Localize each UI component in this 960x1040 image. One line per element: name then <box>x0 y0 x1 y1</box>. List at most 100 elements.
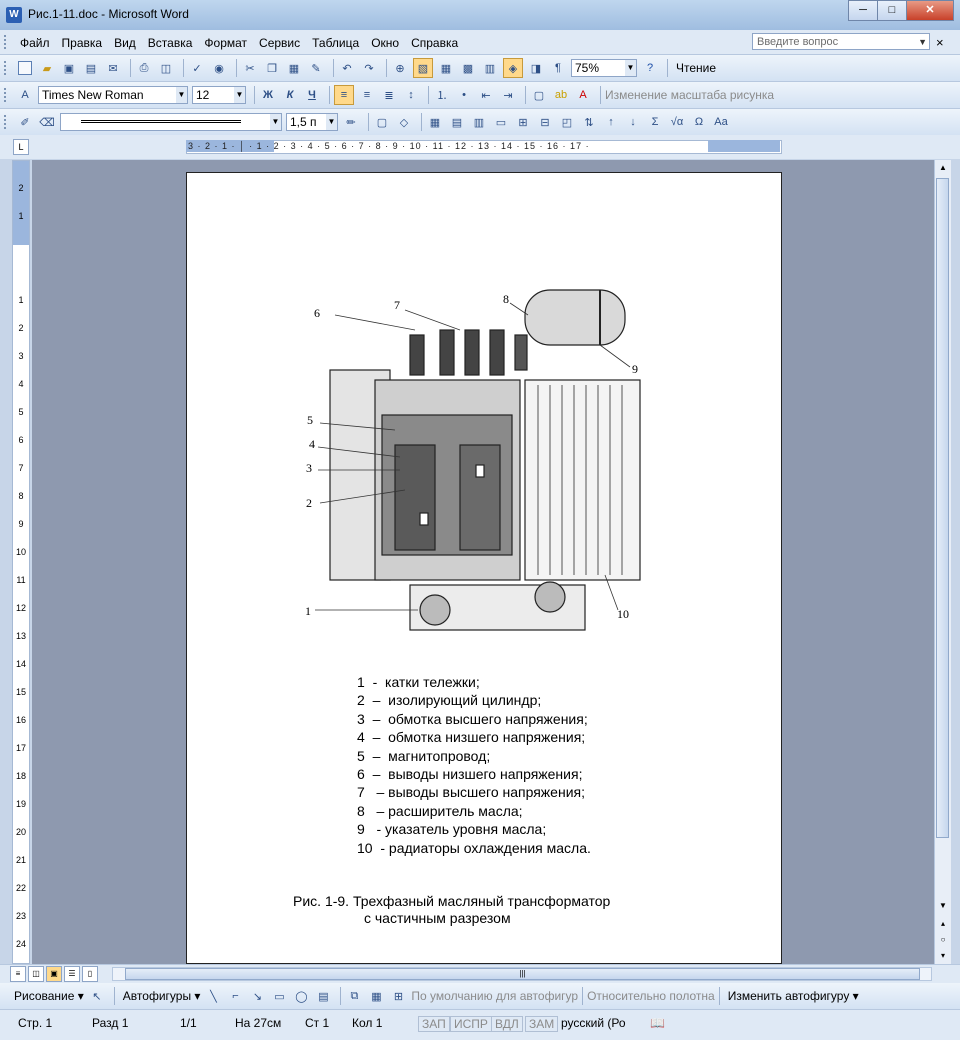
minimize-button[interactable]: ─ <box>848 0 878 21</box>
tables-borders-icon[interactable]: ▧ <box>413 58 433 78</box>
menu-edit[interactable]: Правка <box>56 34 109 52</box>
drawing-icon[interactable]: ◈ <box>503 58 523 78</box>
ask-question-input[interactable]: Введите вопрос ▼ <box>752 33 930 50</box>
print-preview-icon[interactable]: ◫ <box>157 59 175 77</box>
menu-insert[interactable]: Вставка <box>142 34 199 52</box>
maximize-button[interactable]: □ <box>877 0 907 21</box>
copy-icon[interactable]: ❐ <box>263 59 281 77</box>
toolbar-grip[interactable] <box>4 88 9 102</box>
italic-button[interactable]: К <box>281 86 299 104</box>
numbered-list-icon[interactable]: ⒈ <box>433 86 451 104</box>
change-case-icon[interactable]: Aa <box>712 113 730 131</box>
align-objects-icon[interactable]: ⊞ <box>389 987 407 1005</box>
web-view-icon[interactable]: ◫ <box>28 966 44 982</box>
email-icon[interactable]: ✉ <box>104 59 122 77</box>
merge-cells-icon[interactable]: ▤ <box>448 113 466 131</box>
format-painter-icon[interactable]: ✎ <box>307 59 325 77</box>
document-map-icon[interactable]: ◨ <box>527 59 545 77</box>
zoom-select[interactable]: 75% ▼ <box>571 59 637 77</box>
chevron-down-icon[interactable]: ▼ <box>326 114 337 130</box>
line-icon[interactable]: ╲ <box>204 987 222 1005</box>
bold-button[interactable]: Ж <box>259 86 277 104</box>
font-select[interactable]: Times New Roman ▼ <box>38 86 188 104</box>
autoformat-icon[interactable]: ◰ <box>558 113 576 131</box>
spelling-status-icon[interactable]: 📖 <box>650 1016 665 1030</box>
insert-table-icon[interactable]: ▦ <box>437 59 455 77</box>
increase-indent-icon[interactable]: ⇥ <box>499 86 517 104</box>
open-folder-icon[interactable]: ▰ <box>38 59 56 77</box>
highlight-icon[interactable]: ab <box>552 86 570 104</box>
menu-view[interactable]: Вид <box>108 34 142 52</box>
chevron-down-icon[interactable]: ▼ <box>176 87 187 103</box>
toolbar-grip[interactable] <box>4 61 9 75</box>
reading-view-icon[interactable]: ▯ <box>82 966 98 982</box>
align-center-icon[interactable]: ≡ <box>358 86 376 104</box>
show-hide-icon[interactable]: ¶ <box>549 59 567 77</box>
word-app-icon[interactable]: W <box>6 7 22 23</box>
text-direction-icon[interactable]: ⇅ <box>580 113 598 131</box>
align-cell-icon[interactable]: ▭ <box>492 113 510 131</box>
picture-resize-button[interactable]: Изменение масштаба рисунка <box>605 88 774 102</box>
transformer-illustration[interactable] <box>300 285 660 645</box>
sort-ascending-icon[interactable]: ↑ <box>602 113 620 131</box>
menu-window[interactable]: Окно <box>365 34 405 52</box>
undo-icon[interactable]: ↶ <box>338 59 356 77</box>
eraser-icon[interactable]: ⌫ <box>38 113 56 131</box>
relative-canvas-button[interactable]: Относительно полотна <box>587 989 715 1003</box>
status-language[interactable]: русский (Ро <box>561 1016 626 1030</box>
symbol-icon[interactable]: Ω <box>690 113 708 131</box>
align-left-icon[interactable]: ≡ <box>334 85 354 105</box>
rectangle-icon[interactable]: ▭ <box>270 987 288 1005</box>
select-objects-icon[interactable]: ↖ <box>88 987 106 1005</box>
split-cells-icon[interactable]: ▥ <box>470 113 488 131</box>
permission-icon[interactable]: ▤ <box>82 59 100 77</box>
menu-format[interactable]: Формат <box>198 34 253 52</box>
insert-table-icon[interactable]: ▦ <box>426 113 444 131</box>
menu-help[interactable]: Справка <box>405 34 464 52</box>
drawing-menu-button[interactable]: Рисование ▾ <box>10 989 88 1003</box>
underline-button[interactable]: Ч <box>303 86 321 104</box>
toolbar-grip[interactable] <box>4 35 9 49</box>
previous-page-icon[interactable]: ▴ <box>935 916 951 932</box>
distribute-rows-icon[interactable]: ⊞ <box>514 113 532 131</box>
cut-icon[interactable]: ✂ <box>241 59 259 77</box>
chevron-down-icon[interactable]: ▼ <box>918 34 927 51</box>
autoshapes-button[interactable]: Автофигуры ▾ <box>119 989 205 1003</box>
scroll-thumb[interactable] <box>936 178 949 838</box>
line-spacing-icon[interactable]: ↕ <box>402 86 420 104</box>
help-icon[interactable]: ? <box>641 59 659 77</box>
menu-tools[interactable]: Сервис <box>253 34 306 52</box>
normal-view-icon[interactable]: ≡ <box>10 966 26 982</box>
justify-icon[interactable]: ≣ <box>380 86 398 104</box>
horizontal-scroll-thumb[interactable]: ||| <box>125 968 920 980</box>
vertical-ruler[interactable]: 2 1 1 2 3 4 5 6 7 8 9 10 11 12 13 14 15 … <box>12 160 30 964</box>
close-document-button[interactable]: × <box>936 35 944 50</box>
line-style-select[interactable]: ▼ <box>60 113 282 131</box>
menu-file[interactable]: Файл <box>14 34 56 52</box>
new-document-icon[interactable] <box>16 59 34 77</box>
distribute-columns-icon[interactable]: ⊟ <box>536 113 554 131</box>
horizontal-scrollbar[interactable]: ≡ ◫ ▣ ☰ ▯ ||| <box>0 964 960 983</box>
reading-mode-button[interactable]: Чтение <box>672 61 720 75</box>
group-icon[interactable]: ⧉ <box>345 987 363 1005</box>
tab-selector[interactable]: L <box>13 139 29 155</box>
outside-border-icon[interactable]: ▢ <box>373 113 391 131</box>
redo-icon[interactable]: ↷ <box>360 59 378 77</box>
default-autoshape-button[interactable]: По умолчанию для автофигур <box>411 989 578 1003</box>
textbox-icon[interactable]: ▤ <box>314 987 332 1005</box>
scroll-up-icon[interactable]: ▲ <box>935 160 951 176</box>
print-icon[interactable]: ⎙ <box>135 59 153 77</box>
insert-excel-icon[interactable]: ▩ <box>459 59 477 77</box>
menu-table[interactable]: Таблица <box>306 34 365 52</box>
shading-icon[interactable]: ◇ <box>395 113 413 131</box>
close-button[interactable]: ✕ <box>906 0 954 21</box>
change-autoshape-button[interactable]: Изменить автофигуру ▾ <box>724 989 863 1003</box>
bulleted-list-icon[interactable]: • <box>455 86 473 104</box>
status-overtype[interactable]: ЗАМ <box>525 1016 559 1032</box>
next-page-icon[interactable]: ▾ <box>935 948 951 964</box>
sort-descending-icon[interactable]: ↓ <box>624 113 642 131</box>
oval-icon[interactable]: ◯ <box>292 987 310 1005</box>
equation-icon[interactable]: √α <box>668 113 686 131</box>
horizontal-ruler[interactable]: L 3 · 2 · 1 · │ · 1 · 2 · 3 · 4 · 5 · 6 … <box>0 135 960 159</box>
grid-icon[interactable]: ▦ <box>367 987 385 1005</box>
